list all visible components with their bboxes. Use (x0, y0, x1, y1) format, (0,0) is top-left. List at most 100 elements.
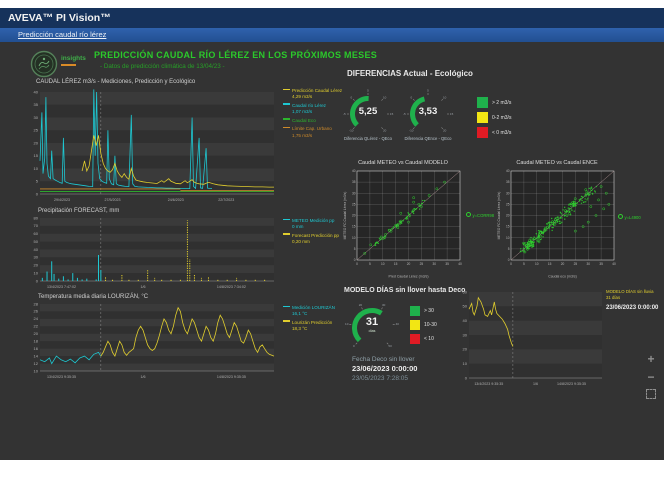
page-title: PREDICCIÓN CAUDAL RÍO LÉREZ EN LOS PRÓXI… (94, 50, 377, 60)
svg-text:10: 10 (381, 262, 385, 266)
svg-text:60: 60 (463, 289, 468, 294)
svg-text:0: 0 (36, 278, 39, 283)
svg-text:10: 10 (463, 361, 468, 366)
status-swatch-icon (477, 112, 488, 123)
svg-text:15: 15 (34, 153, 39, 158)
dashboard-canvas: insights PREDICCIÓN CAUDAL RÍO LÉREZ EN … (0, 42, 664, 460)
status-legend-item: < 10 (410, 334, 437, 344)
legend-marker-icon (283, 306, 290, 308)
svg-text:30: 30 (432, 262, 436, 266)
svg-text:30: 30 (352, 191, 356, 195)
fecha-deco-actual: 23/06/2023 0:00:00 (352, 364, 417, 373)
svg-text:15: 15 (548, 262, 552, 266)
svg-text:40: 40 (34, 89, 39, 94)
legend-marker-icon (283, 127, 290, 129)
svg-text:14/8/2023 9:35:35: 14/8/2023 9:35:35 (217, 375, 246, 379)
svg-text:5: 5 (367, 88, 369, 92)
scatter-ence-chart[interactable]: 00551010151520202525303035354040Caudal e… (496, 168, 618, 280)
svg-text:10: 10 (506, 236, 510, 240)
svg-text:30: 30 (34, 115, 39, 120)
legend-marker-icon (283, 233, 290, 235)
legend-marker-icon (283, 103, 290, 105)
svg-text:26: 26 (34, 309, 39, 314)
trend-dias-label: MODELO DÍAS sin lluvia 31 días (606, 289, 658, 300)
svg-text:35: 35 (506, 180, 510, 184)
breadcrumb-display-link[interactable]: Predicción caudal río lérez (18, 30, 106, 39)
svg-text:18: 18 (34, 339, 39, 344)
legend-marker-icon (283, 118, 290, 120)
svg-text:70: 70 (34, 223, 39, 228)
svg-text:10: 10 (34, 166, 39, 171)
svg-text:20: 20 (34, 140, 39, 145)
app-title: AVEVA™ PI Vision™ (8, 12, 111, 24)
scatter-modelo-chart[interactable]: 00551010151520202525303035354040Pred Cau… (342, 168, 464, 280)
gauge-diferencia-ence-label: Diferencia QEnce - QEco (390, 136, 466, 141)
svg-text:10: 10 (443, 95, 447, 99)
svg-text:50: 50 (388, 344, 392, 348)
gauge-dias-sin-llover[interactable]: 01020304050 (344, 300, 400, 356)
svg-text:1/6: 1/6 (140, 285, 145, 289)
page-margin-bottom (0, 460, 664, 498)
scatter-modelo-title: Caudal METEO vs Caudal MODELO (340, 160, 466, 166)
svg-text:10: 10 (383, 95, 387, 99)
diferencias-legend: > 2 m3/s0-2 m3/s< 0 m3/s (477, 97, 511, 142)
gauge-dias-value: 31 (344, 316, 400, 328)
svg-text:30: 30 (586, 262, 590, 266)
brand-underline (61, 64, 76, 66)
zoom-in-button[interactable]: + (645, 353, 657, 365)
svg-text:30: 30 (34, 255, 39, 260)
svg-text:0: 0 (410, 95, 412, 99)
trend-dias-chart[interactable]: 605040302010013/4/2023 9:35:351/614/8/20… (456, 288, 608, 392)
svg-text:50: 50 (463, 304, 468, 309)
svg-text:16: 16 (34, 346, 39, 351)
trend-temp-chart[interactable]: 2826242220181614121013/4/2023 9:35:351/6… (28, 300, 278, 383)
svg-text:60: 60 (34, 231, 39, 236)
svg-text:-10: -10 (409, 129, 414, 133)
svg-text:Caudal eco (m3/s): Caudal eco (m3/s) (548, 275, 577, 279)
svg-text:METEO FC Caudal Lérez (m3/s): METEO FC Caudal Lérez (m3/s) (497, 192, 501, 240)
svg-text:25: 25 (420, 262, 424, 266)
status-swatch-icon (477, 127, 488, 138)
status-legend-item: 0-2 m3/s (477, 112, 511, 123)
svg-text:13/4/2023 9:35:35: 13/4/2023 9:35:35 (474, 382, 503, 386)
svg-text:35: 35 (599, 262, 603, 266)
gauge-diferencia-ence-value: 3,53 (402, 106, 454, 117)
scatter-modelo-legend: y=CORR98 (466, 212, 494, 218)
fecha-deco-label: Fecha Deco sin llover (352, 356, 415, 363)
svg-text:20: 20 (359, 303, 363, 307)
svg-text:20: 20 (561, 262, 565, 266)
trend-caudal-chart[interactable]: 403530252015105029/4/202327/5/202324/6/2… (28, 88, 278, 206)
svg-text:14: 14 (34, 353, 39, 358)
fit-view-button[interactable] (646, 389, 656, 399)
svg-text:20: 20 (443, 129, 447, 133)
svg-text:25: 25 (506, 202, 510, 206)
svg-text:10: 10 (352, 236, 356, 240)
svg-text:50: 50 (34, 239, 39, 244)
svg-text:20: 20 (352, 214, 356, 218)
svg-text:5: 5 (36, 179, 39, 184)
svg-text:22/7/2023: 22/7/2023 (218, 198, 234, 202)
svg-text:13/4/2023 9:35:35: 13/4/2023 9:35:35 (47, 375, 76, 379)
svg-text:35: 35 (34, 102, 39, 107)
zoom-out-button[interactable]: − (645, 371, 657, 383)
svg-text:5: 5 (523, 262, 525, 266)
scatter-ence-title: Caudal METEO vs Caudal ENCE (494, 160, 620, 166)
svg-text:30: 30 (506, 191, 510, 195)
svg-text:0: 0 (465, 375, 468, 380)
svg-text:20: 20 (506, 214, 510, 218)
diferencias-title: DIFERENCIAS Actual - Ecológico (347, 69, 473, 78)
svg-text:20: 20 (34, 331, 39, 336)
scatter-point-icon (466, 212, 471, 217)
status-swatch-icon (410, 320, 420, 330)
page-subtitle: - Datos de predicción climática de 13/04… (100, 63, 225, 70)
trend-precip-chart[interactable]: 8070605040302010013/4/2023 7:47:021/614/… (28, 214, 278, 293)
svg-text:15: 15 (394, 262, 398, 266)
svg-text:40: 40 (352, 169, 356, 173)
svg-text:1/6: 1/6 (533, 382, 538, 386)
svg-text:22: 22 (34, 324, 39, 329)
svg-text:0: 0 (356, 262, 358, 266)
brand-name: insights (61, 55, 86, 62)
svg-text:29/4/2023: 29/4/2023 (54, 198, 70, 202)
svg-text:15: 15 (352, 225, 356, 229)
svg-text:20: 20 (34, 263, 39, 268)
